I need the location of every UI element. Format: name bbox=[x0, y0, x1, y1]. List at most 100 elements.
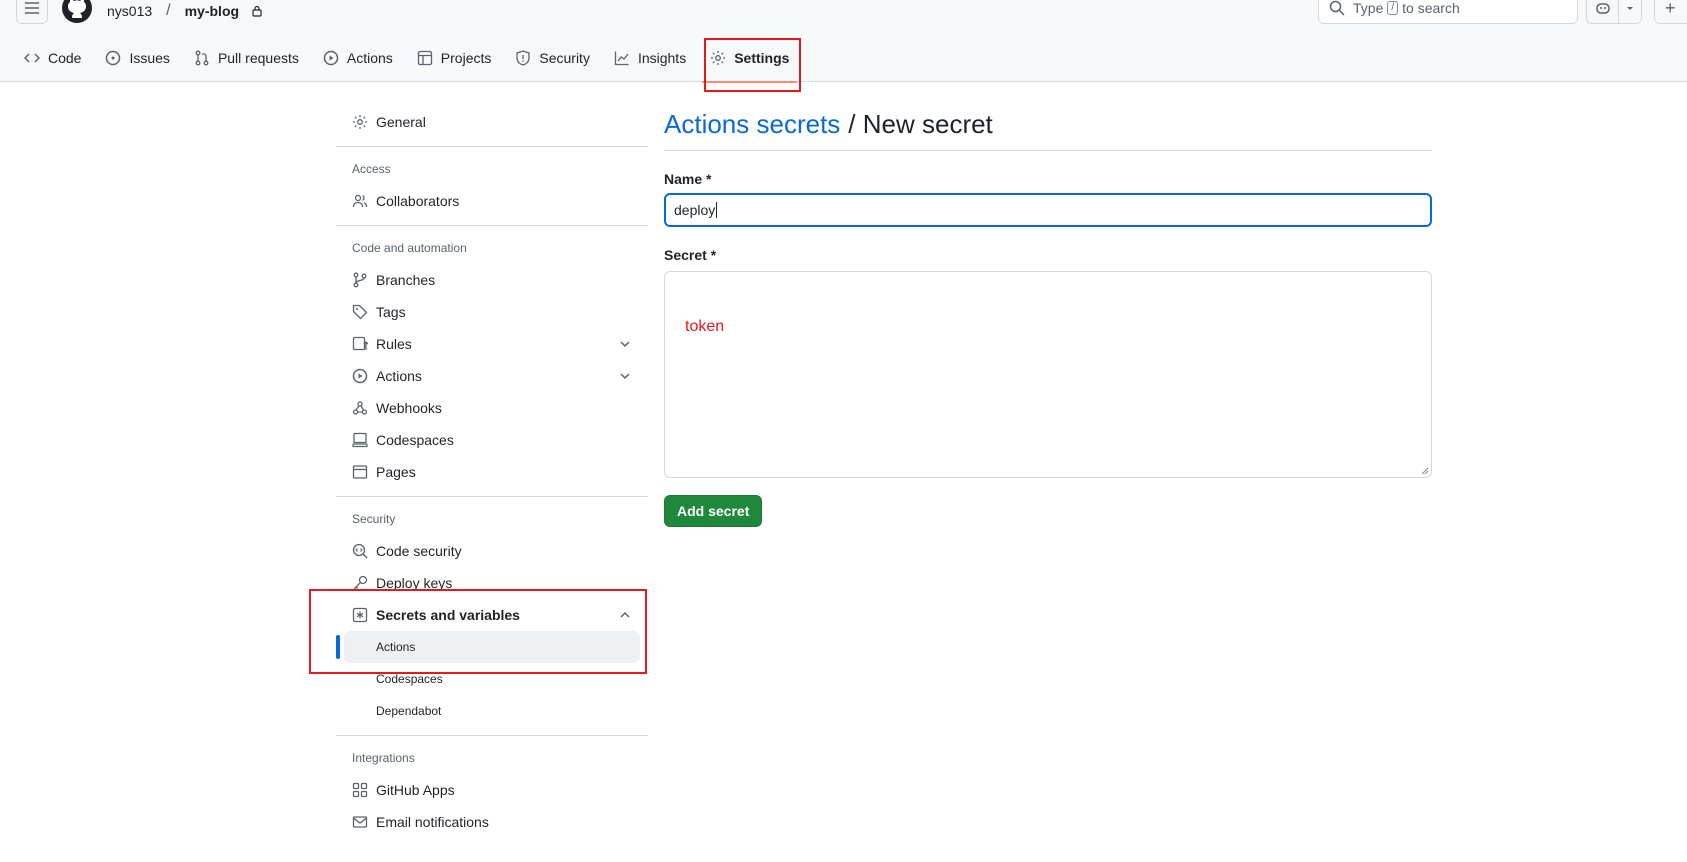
lock-icon bbox=[252, 5, 262, 17]
add-secret-button[interactable]: Add secret bbox=[664, 495, 763, 527]
divider bbox=[336, 225, 648, 226]
page-title-rest: / New secret bbox=[848, 108, 993, 139]
triangle-down-icon bbox=[1627, 7, 1633, 10]
search-icon bbox=[1329, 0, 1345, 16]
chevron-down-icon[interactable] bbox=[618, 369, 632, 383]
breadcrumb-separator: / bbox=[166, 2, 171, 19]
table-icon bbox=[417, 50, 432, 66]
sidebar-item-label: General bbox=[376, 114, 426, 130]
breadcrumb-actions-secrets-link[interactable]: Actions secrets bbox=[664, 109, 840, 140]
repo-nav-tabs: Code Issues Pull requests Actions Projec… bbox=[16, 42, 805, 83]
codespaces-icon bbox=[352, 432, 368, 448]
page-title: Actions secrets / New secret bbox=[664, 106, 1432, 151]
browser-icon bbox=[352, 465, 368, 479]
secret-value-annotation: token bbox=[685, 318, 725, 335]
hamburger-icon bbox=[25, 2, 39, 14]
sidebar-item-label: Tags bbox=[376, 304, 406, 320]
tab-label: Actions bbox=[346, 50, 393, 66]
secret-label: Secret * bbox=[664, 247, 717, 263]
copilot-button[interactable] bbox=[1586, 0, 1642, 24]
sidebar-item-tags[interactable]: Tags bbox=[336, 296, 648, 328]
section-title-integrations: Integrations bbox=[352, 751, 415, 765]
sidebar-item-rules[interactable]: Rules bbox=[336, 328, 648, 360]
secret-value-textarea[interactable]: token bbox=[664, 271, 1432, 478]
breadcrumb: nys013 / my-blog bbox=[107, 2, 263, 20]
sidebar-item-webhooks[interactable]: Webhooks bbox=[336, 392, 648, 424]
sidebar-item-label: Collaborators bbox=[376, 193, 460, 209]
divider bbox=[336, 146, 648, 147]
divider bbox=[336, 496, 648, 497]
sidebar-item-branches[interactable]: Branches bbox=[336, 264, 648, 296]
sidebar-item-email-notifications[interactable]: Email notifications bbox=[336, 806, 648, 838]
gear-icon bbox=[353, 115, 367, 129]
search-input[interactable]: Type / to search bbox=[1318, 0, 1578, 24]
divider bbox=[336, 735, 648, 736]
github-logo-icon[interactable] bbox=[61, 0, 93, 24]
shield-icon bbox=[516, 50, 531, 66]
play-icon bbox=[323, 50, 339, 66]
sidebar-item-actions[interactable]: Actions bbox=[336, 360, 648, 392]
tab-projects[interactable]: Projects bbox=[409, 42, 500, 74]
sidebar-item-github-apps[interactable]: GitHub Apps bbox=[336, 774, 648, 806]
tab-label: Pull requests bbox=[217, 50, 299, 66]
section-title-code-automation: Code and automation bbox=[352, 241, 467, 255]
tab-code[interactable]: Code bbox=[16, 42, 89, 74]
sidebar-item-label: Email notifications bbox=[376, 814, 489, 830]
menu-button[interactable] bbox=[16, 0, 48, 24]
tab-actions[interactable]: Actions bbox=[315, 42, 401, 74]
sidebar-item-label: Webhooks bbox=[376, 400, 442, 416]
sidebar-item-collaborators[interactable]: Collaborators bbox=[336, 185, 648, 217]
app-header: nys013 / my-blog Type / to search + Code… bbox=[0, 0, 1687, 83]
repo-name-link[interactable]: my-blog bbox=[185, 3, 239, 19]
branch-icon bbox=[353, 272, 367, 288]
tab-label: Code bbox=[48, 50, 82, 66]
sidebar-item-label: Codespaces bbox=[376, 432, 454, 448]
settings-highlight-box bbox=[704, 38, 801, 92]
section-title-security: Security bbox=[352, 512, 396, 526]
search-prefix: Type bbox=[1353, 0, 1384, 16]
text-caret bbox=[716, 202, 718, 218]
sidebar-subitem-dependabot[interactable]: Dependabot bbox=[336, 695, 648, 727]
copilot-icon bbox=[1595, 3, 1610, 14]
sidebar-subitem-label: Dependabot bbox=[376, 704, 442, 718]
tab-security[interactable]: Security bbox=[507, 42, 598, 74]
create-new-button[interactable]: + bbox=[1654, 0, 1687, 24]
rules-icon bbox=[352, 336, 368, 351]
search-suffix: to search bbox=[1402, 0, 1460, 16]
sidebar-item-label: Actions bbox=[376, 368, 422, 384]
secrets-highlight-box bbox=[309, 589, 647, 674]
sidebar-item-general[interactable]: General bbox=[336, 106, 648, 138]
tab-pull-requests[interactable]: Pull requests bbox=[186, 42, 307, 74]
tab-issues[interactable]: Issues bbox=[97, 42, 177, 74]
sidebar-item-label: Code security bbox=[376, 543, 462, 559]
tag-icon bbox=[352, 304, 368, 320]
tab-insights[interactable]: Insights bbox=[606, 42, 694, 74]
repo-owner-link[interactable]: nys013 bbox=[107, 3, 152, 19]
sidebar-item-pages[interactable]: Pages bbox=[336, 456, 648, 488]
codescan-icon bbox=[352, 543, 368, 559]
graph-icon bbox=[614, 51, 629, 66]
settings-sidebar: General Access Collaborators Code and au… bbox=[336, 106, 648, 838]
resize-handle-icon[interactable] bbox=[1421, 467, 1429, 475]
chevron-down-icon[interactable] bbox=[618, 337, 632, 351]
sidebar-item-code-security[interactable]: Code security bbox=[336, 535, 648, 567]
tab-label: Insights bbox=[637, 50, 687, 66]
secret-name-input[interactable]: deploy bbox=[664, 193, 1432, 227]
people-icon bbox=[352, 194, 368, 208]
apps-icon bbox=[352, 782, 368, 798]
code-icon bbox=[24, 53, 40, 63]
search-shortcut-key: / bbox=[1387, 1, 1399, 15]
sidebar-item-label: Branches bbox=[376, 272, 436, 288]
play-icon bbox=[352, 368, 368, 384]
issue-icon bbox=[106, 50, 121, 66]
main-content: Actions secrets / New secret Name * depl… bbox=[664, 106, 1432, 527]
sidebar-item-label: Pages bbox=[376, 464, 416, 480]
tab-label: Security bbox=[539, 50, 590, 66]
tab-label: Issues bbox=[129, 50, 170, 66]
secret-name-value: deploy bbox=[674, 202, 716, 218]
sidebar-item-codespaces[interactable]: Codespaces bbox=[336, 424, 648, 456]
mail-icon bbox=[352, 816, 368, 828]
sidebar-item-label: GitHub Apps bbox=[376, 782, 455, 798]
name-label: Name * bbox=[664, 171, 712, 187]
tab-label: Projects bbox=[440, 50, 492, 66]
